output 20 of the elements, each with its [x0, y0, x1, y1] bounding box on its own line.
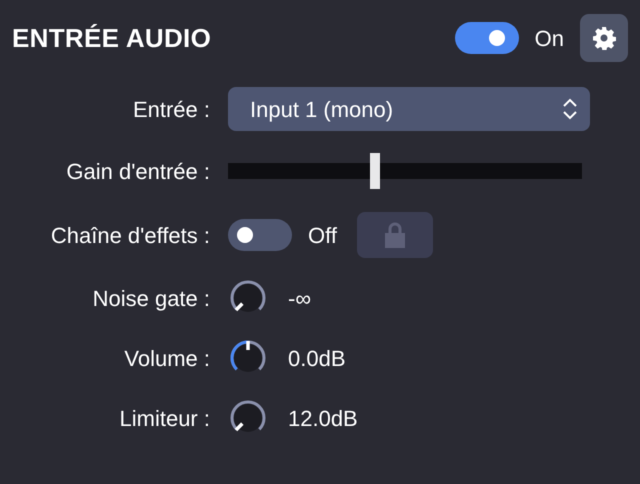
field-label: Chaîne d'effets : — [50, 222, 211, 250]
toggle-label: On — [534, 24, 564, 52]
field-label: Volume : — [123, 344, 211, 372]
knob-value: -∞ — [288, 284, 312, 312]
input-select[interactable]: Input 1 (mono) — [228, 87, 590, 131]
toggle-switch[interactable] — [228, 219, 292, 251]
toggle-switch[interactable] — [454, 22, 519, 54]
panel-title: ENTRÉE AUDIO — [12, 22, 212, 54]
settings-icon — [592, 26, 616, 50]
toggle-label: Off — [308, 222, 337, 250]
field-label: Gain d'entrée : — [65, 158, 211, 186]
field-label: Limiteur : — [118, 404, 211, 432]
field-label: Entrée : — [132, 96, 211, 124]
updown-caret-icon — [562, 97, 578, 121]
settings-button[interactable] — [580, 14, 628, 62]
knob-value: 12.0dB — [288, 404, 358, 432]
lock-icon — [384, 222, 405, 248]
field-label: Noise gate : — [92, 284, 211, 313]
knob-value: 0.0dB — [288, 344, 346, 372]
slider-thumb[interactable] — [370, 153, 380, 189]
